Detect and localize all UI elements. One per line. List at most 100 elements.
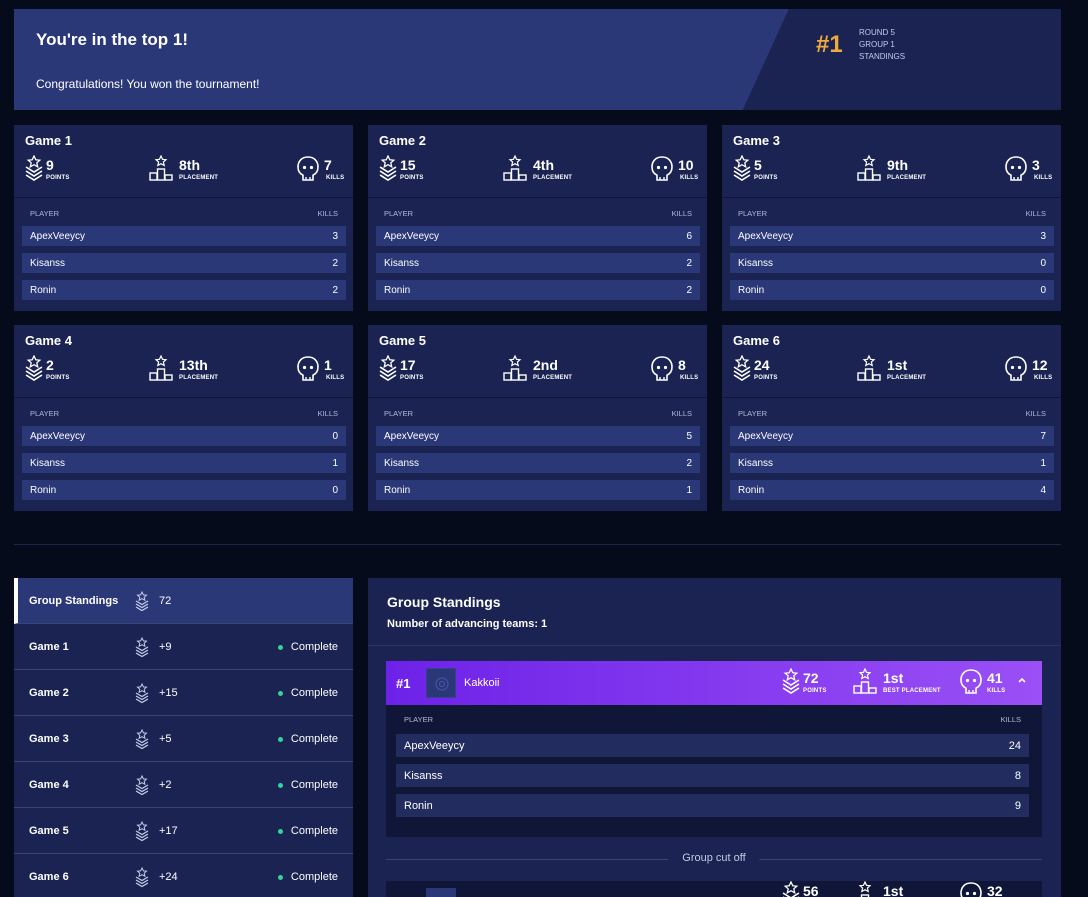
team-header[interactable]: #1 Kakkoii 72 POINTS 1st BEST PLACEMENT … <box>386 661 1042 705</box>
table-row: Ronin 4 <box>730 480 1054 500</box>
chevron-badge-icon <box>134 728 150 752</box>
sidebar-item-label: Game 1 <box>29 641 69 653</box>
player-table: PLAYER KILLS ApexVeeycy 7 Kisanss 1 Roni… <box>730 409 1054 507</box>
sidebar-item[interactable]: Game 2 +15 Complete <box>14 670 353 716</box>
player-name: Ronin <box>738 284 765 296</box>
placement-label: PLACEMENT <box>533 375 573 381</box>
table-row: Ronin 2 <box>376 280 700 300</box>
kills-value: 1 <box>324 357 332 373</box>
points-value: 56 <box>803 883 819 897</box>
player-table: PLAYER KILLS ApexVeeycy 6 Kisanss 2 Roni… <box>376 209 700 307</box>
player-column-header: PLAYER <box>404 715 434 724</box>
standings-title: Group Standings <box>387 594 501 610</box>
chevron-up-icon[interactable] <box>1016 673 1028 689</box>
table-header: PLAYER KILLS <box>22 409 346 423</box>
points-label: POINTS <box>754 175 778 181</box>
placement-label: PLACEMENT <box>533 175 573 181</box>
player-name: Ronin <box>30 284 57 296</box>
table-row: Ronin 0 <box>22 480 346 500</box>
player-kills: 2 <box>686 284 692 296</box>
sidebar-item-points: +15 <box>159 687 178 699</box>
player-kills: 1 <box>1040 457 1046 469</box>
table-row: Ronin 9 <box>396 794 1029 817</box>
game-name: Game 3 <box>733 133 780 148</box>
player-name: Ronin <box>384 484 411 496</box>
player-kills: 0 <box>332 484 338 496</box>
kills-column-header: KILLS <box>317 409 338 418</box>
kills-column-header: KILLS <box>1025 209 1046 218</box>
points-value: 5 <box>754 157 762 173</box>
player-column-header: PLAYER <box>30 209 60 218</box>
player-kills: 5 <box>686 430 692 442</box>
player-name: ApexVeeycy <box>738 230 794 242</box>
sidebar-item-label: Game 4 <box>29 779 69 791</box>
player-name: ApexVeeycy <box>738 430 794 442</box>
table-row: ApexVeeycy 3 <box>22 226 346 246</box>
status-dot <box>278 829 283 834</box>
table-row: Kisanss 1 <box>730 453 1054 473</box>
table-row: ApexVeeycy 7 <box>730 426 1054 446</box>
kills-column-header: KILLS <box>1025 409 1046 418</box>
player-kills: 3 <box>1040 230 1046 242</box>
player-kills: 1 <box>332 457 338 469</box>
points-label: POINTS <box>46 375 70 381</box>
player-name: Kisanss <box>384 257 420 269</box>
kills-column-header: KILLS <box>671 209 692 218</box>
sidebar-item-status: Complete <box>290 641 338 653</box>
table-row: Kisanss 1 <box>22 453 346 473</box>
player-kills: 2 <box>332 284 338 296</box>
player-name: Ronin <box>404 799 433 812</box>
team-card-2[interactable]: 56 1st 32 <box>386 881 1042 897</box>
player-kills: 1 <box>686 484 692 496</box>
kills-value: 41 <box>987 670 1003 686</box>
player-kills: 7 <box>1040 430 1046 442</box>
player-column-header: PLAYER <box>384 209 414 218</box>
points-value: 24 <box>754 357 770 373</box>
player-name: Ronin <box>384 284 411 296</box>
sidebar-item-points: +5 <box>159 733 172 745</box>
sidebar-item[interactable]: Game 6 +24 Complete <box>14 854 353 897</box>
points-value: 17 <box>400 357 416 373</box>
table-header: PLAYER KILLS <box>396 715 1029 729</box>
kills-label: KILLS <box>987 688 1006 694</box>
status-dot <box>278 645 283 650</box>
player-name: Kisanss <box>384 457 420 469</box>
team-logo-icon <box>426 888 456 897</box>
player-name: Kisanss <box>404 769 443 782</box>
sidebar-item-status: Complete <box>290 687 338 699</box>
sidebar-item[interactable]: Game 3 +5 Complete <box>14 716 353 762</box>
sidebar-item[interactable]: Game 1 +9 Complete <box>14 624 353 670</box>
chevron-badge-icon <box>134 866 150 890</box>
player-kills: 9 <box>1014 799 1021 812</box>
placement-label: PLACEMENT <box>887 175 927 181</box>
banner-subtitle: Congratulations! You won the tournament! <box>36 77 260 91</box>
table-row: Ronin 0 <box>730 280 1054 300</box>
points-value: 2 <box>46 357 54 373</box>
panel-separator <box>368 645 1061 646</box>
table-header: PLAYER KILLS <box>376 409 700 423</box>
kills-value: 3 <box>1032 157 1040 173</box>
player-kills: 2 <box>686 457 692 469</box>
table-row: ApexVeeycy 6 <box>376 226 700 246</box>
banner-rank: #1 <box>816 31 843 58</box>
sidebar-item[interactable]: Game 5 +17 Complete <box>14 808 353 854</box>
sidebar-item[interactable]: Group Standings 72 <box>14 578 353 624</box>
points-label: POINTS <box>754 375 778 381</box>
player-name: Kisanss <box>738 257 774 269</box>
player-column-header: PLAYER <box>738 409 768 418</box>
table-row: ApexVeeycy 5 <box>376 426 700 446</box>
chevron-badge-icon <box>134 774 150 798</box>
banner-group: GROUP 1 <box>859 40 895 49</box>
status-dot <box>278 783 283 788</box>
player-table: PLAYER KILLS ApexVeeycy 5 Kisanss 2 Roni… <box>376 409 700 507</box>
player-name: ApexVeeycy <box>384 230 440 242</box>
player-name: ApexVeeycy <box>404 739 465 752</box>
game-name: Game 6 <box>733 333 780 348</box>
kills-value: 10 <box>678 157 694 173</box>
placement-value: 1st <box>883 883 904 897</box>
points-label: POINTS <box>400 375 424 381</box>
team-player-table: PLAYER KILLS ApexVeeycy 24 Kisanss 8 Ron… <box>396 715 1029 824</box>
group-standings-panel: Group Standings Number of advancing team… <box>368 578 1061 897</box>
sidebar-item[interactable]: Game 4 +2 Complete <box>14 762 353 808</box>
banner-title: You're in the top 1! <box>36 30 189 49</box>
